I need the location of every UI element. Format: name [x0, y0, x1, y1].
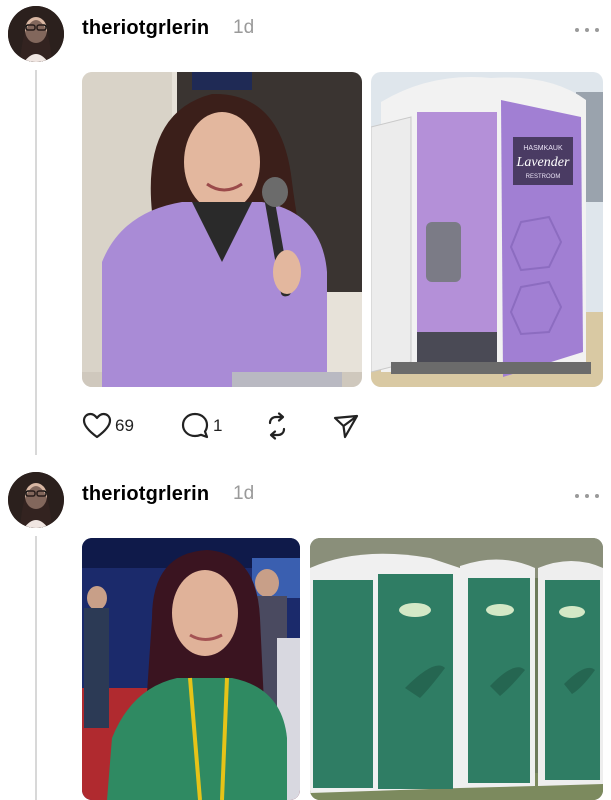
comment-icon — [181, 412, 209, 439]
thread-line — [35, 536, 37, 800]
post-actions: 69 1 — [82, 411, 382, 441]
post-image-woman-purple-suit[interactable] — [82, 72, 362, 387]
more-options-icon[interactable] — [575, 491, 599, 501]
sign-line-2: Lavender — [516, 155, 570, 170]
post-image-woman-green-dress[interactable] — [82, 538, 300, 800]
post-1: theriotgrlerin 1d HASMKAUK Lavender REST… — [0, 0, 611, 460]
thread-line — [35, 70, 37, 455]
share-button[interactable] — [332, 411, 360, 441]
sign-line-3: RESTROOM — [526, 174, 561, 180]
post-2: theriotgrlerin 1d — [0, 466, 611, 800]
repost-button[interactable] — [262, 411, 292, 441]
heart-icon — [82, 412, 112, 439]
avatar[interactable] — [8, 6, 64, 62]
post-time: 1d — [233, 17, 255, 38]
more-options-icon[interactable] — [575, 25, 599, 35]
repost-icon — [268, 412, 286, 440]
post-image-green-portable-toilets[interactable] — [310, 538, 603, 800]
username[interactable]: theriotgrlerin — [82, 17, 209, 40]
post-time: 1d — [233, 483, 255, 504]
send-icon — [333, 414, 359, 439]
sign-line-1: HASMKAUK — [523, 145, 563, 152]
reply-button[interactable]: 1 — [180, 411, 222, 441]
post-image-purple-restroom[interactable]: HASMKAUK Lavender RESTROOM — [371, 72, 603, 387]
like-count: 69 — [115, 416, 134, 435]
like-button[interactable]: 69 — [82, 411, 134, 441]
avatar[interactable] — [8, 472, 64, 528]
reply-count: 1 — [213, 416, 223, 435]
username[interactable]: theriotgrlerin — [82, 483, 209, 506]
